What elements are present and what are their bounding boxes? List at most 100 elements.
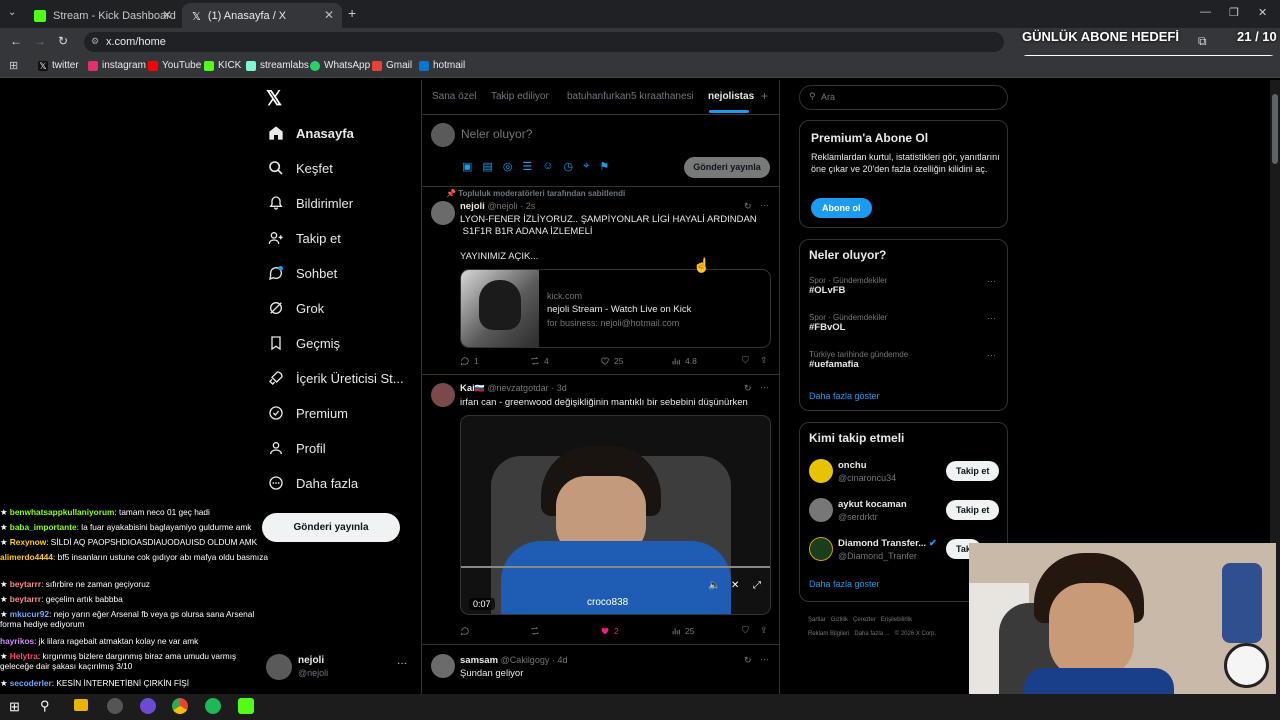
windows-start-icon[interactable]: ⊞ (9, 699, 20, 715)
nav-item-more[interactable]: Daha fazla (268, 471, 358, 495)
grok-icon[interactable]: ↻ (744, 655, 752, 666)
footer-ads-link[interactable]: Reklam Bilgileri (808, 631, 849, 637)
post-time[interactable]: 3d (557, 383, 567, 393)
composer-input[interactable]: Neler oluyor? (461, 127, 532, 141)
subscribe-button[interactable]: Abone ol (811, 198, 872, 218)
close-tab-icon[interactable]: ✕ (162, 8, 172, 22)
bookmark-twitter[interactable]: 𝕏twitter (38, 60, 79, 71)
poll-icon[interactable]: ☰ (522, 160, 532, 173)
follow-show-more-link[interactable]: Daha fazla göster (809, 579, 880, 589)
tab-kick-dashboard[interactable]: Stream - Kick Dashboard ✕ (24, 3, 180, 28)
nav-item-premium[interactable]: Premium (268, 401, 348, 425)
bookmark-whatsapp[interactable]: WhatsApp (310, 60, 370, 71)
add-tab-icon[interactable]: + (761, 89, 768, 103)
chrome-icon[interactable] (172, 698, 188, 714)
like-button[interactable]: 2 (600, 626, 619, 636)
reply-button[interactable] (460, 626, 474, 636)
forward-icon[interactable]: → (34, 34, 46, 48)
share-icon[interactable]: ⇪ (760, 625, 768, 636)
post-time[interactable]: 2s (526, 201, 536, 211)
trend-more-icon[interactable]: ··· (987, 350, 996, 360)
footer-privacy-link[interactable]: Gizlilik (831, 617, 848, 623)
trend-item[interactable]: Türkiye tarihinde gündemde #uefamafia (809, 350, 908, 370)
post-time[interactable]: 4d (557, 655, 567, 665)
trend-more-icon[interactable]: ··· (987, 313, 996, 323)
post-author-handle[interactable]: @Cakilgogy (501, 655, 550, 665)
bookmark-hotmail[interactable]: hotmail (419, 60, 465, 71)
nav-item-history[interactable]: Geçmiş (268, 331, 340, 355)
post-button[interactable]: Gönderi yayınla (262, 513, 400, 542)
tab-x-home[interactable]: 𝕏 (1) Anasayfa / X ✕ (182, 3, 342, 28)
search-icon[interactable]: ⚲ (40, 698, 50, 714)
suggested-avatar[interactable] (809, 537, 833, 561)
volume-icon[interactable]: 🔈 (708, 580, 720, 591)
bookmark-post-icon[interactable]: ⛉ (742, 355, 749, 366)
bookmark-youtube[interactable]: YouTube (148, 60, 201, 71)
image-icon[interactable]: ▣ (462, 160, 472, 173)
link-card[interactable]: kick.com nejoli Stream - Watch Live on K… (460, 269, 771, 348)
bookmark-gmail[interactable]: Gmail (372, 60, 412, 71)
post-avatar[interactable] (431, 383, 455, 407)
tab-for-you[interactable]: Sana özel (432, 91, 476, 102)
location-icon[interactable]: ⌖ (583, 160, 589, 173)
bookmark-post-icon[interactable]: ⛉ (742, 625, 749, 636)
share-icon[interactable]: ⇪ (760, 355, 768, 366)
views-button[interactable]: 4.8 (671, 356, 697, 366)
bookmark-instagram[interactable]: instagram (88, 60, 146, 71)
nav-item-follow[interactable]: Takip et (268, 226, 341, 250)
minimize-icon[interactable]: — (1200, 6, 1211, 18)
bookmark-streamlabs[interactable]: streamlabs (246, 60, 309, 71)
suggested-name[interactable]: aykut kocaman (838, 499, 907, 510)
composer-submit-button[interactable]: Gönderi yayınla (684, 157, 770, 178)
nav-item-grok[interactable]: Grok (268, 296, 324, 320)
reload-icon[interactable]: ↻ (58, 34, 68, 48)
grok-icon[interactable]: ◎ (503, 160, 513, 173)
tab-nejolistas[interactable]: nejolistas (708, 91, 754, 102)
flag-icon[interactable]: ⚑ (599, 160, 609, 173)
suggested-avatar[interactable] (809, 498, 833, 522)
post-more-icon[interactable]: ··· (760, 654, 769, 664)
video-progress-bar[interactable] (461, 566, 770, 568)
views-button[interactable]: 25 (671, 626, 694, 636)
trend-more-icon[interactable]: ··· (987, 276, 996, 286)
close-tab-icon[interactable]: ✕ (324, 8, 334, 22)
nav-item-chat[interactable]: Sohbet (268, 261, 337, 285)
like-button[interactable]: 25 (600, 356, 623, 366)
schedule-icon[interactable]: ◷ (564, 160, 574, 173)
follow-button[interactable]: Takip et (946, 461, 1000, 481)
suggested-avatar[interactable] (809, 459, 833, 483)
apps-grid-icon[interactable]: ⊞ (9, 59, 18, 72)
close-window-icon[interactable]: ✕ (1258, 6, 1267, 19)
post-author-handle[interactable]: @nevzatgotdar (487, 383, 548, 393)
post-more-icon[interactable]: ··· (760, 200, 769, 210)
footer-terms-link[interactable]: Şartlar (808, 617, 826, 623)
tab-list-chevron-icon[interactable]: ⌄ (8, 7, 16, 18)
x-logo-icon[interactable]: 𝕏 (266, 86, 282, 111)
grok-icon[interactable]: ↻ (744, 201, 752, 212)
post-avatar[interactable] (431, 654, 455, 678)
bookmark-kick[interactable]: KICK (204, 60, 241, 71)
video-player[interactable]: 0:07 croco838 🔈 ✕ ⤢ (460, 415, 771, 615)
suggested-name[interactable]: onchu (838, 460, 867, 471)
emoji-icon[interactable]: ☺ (542, 160, 553, 173)
trends-show-more-link[interactable]: Daha fazla göster (809, 391, 880, 401)
footer-cookies-link[interactable]: Çerezler (853, 617, 876, 623)
post-author-name[interactable]: Kai (460, 383, 475, 394)
spotify-icon[interactable] (205, 698, 221, 714)
url-field[interactable]: ⚙ x.com/home (84, 32, 1004, 52)
extensions-icon[interactable]: ⧉ (1198, 34, 1207, 49)
footer-accessibility-link[interactable]: Erişilebilirlik (881, 617, 912, 623)
site-info-icon[interactable]: ⚙ (91, 36, 99, 47)
trend-item[interactable]: Spor · Gündemdekiler #OLvFB (809, 276, 887, 296)
post-author-name[interactable]: samsam (460, 655, 498, 666)
nav-item-explore[interactable]: Keşfet (268, 156, 333, 180)
follow-button[interactable]: Takip et (946, 500, 1000, 520)
repost-button[interactable] (530, 626, 544, 636)
app-icon[interactable] (140, 698, 156, 714)
nav-item-profile[interactable]: Profil (268, 436, 326, 460)
post-avatar[interactable] (431, 201, 455, 225)
kick-app-icon[interactable] (238, 698, 254, 714)
footer-more-link[interactable]: Daha fazla ... (854, 631, 889, 637)
back-icon[interactable]: ← (10, 34, 22, 48)
post-author-name[interactable]: nejoli (460, 201, 485, 212)
